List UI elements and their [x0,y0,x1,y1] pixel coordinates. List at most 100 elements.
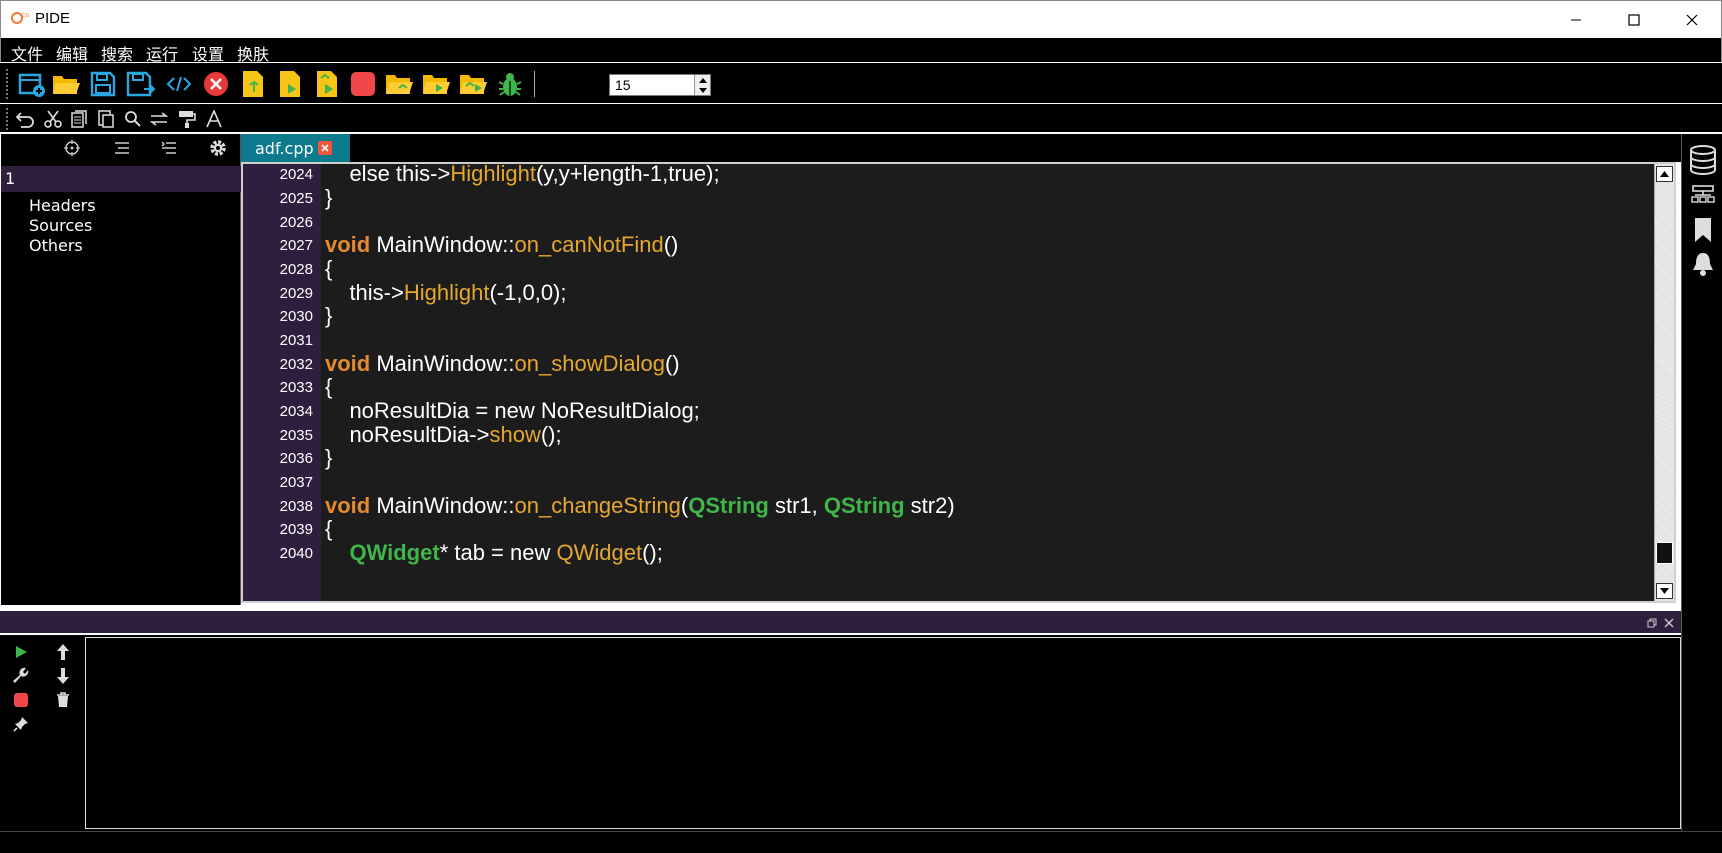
font-button[interactable] [203,108,225,130]
code-line[interactable]: { [325,256,332,282]
line-number: 2024 [279,166,313,183]
close-icon [1664,618,1674,628]
output-console[interactable] [85,637,1681,829]
code-line[interactable]: } [325,303,332,329]
stop-button[interactable] [348,69,378,99]
scroll-up-button[interactable] [1656,166,1673,182]
locate-button[interactable] [61,137,83,159]
pin-button[interactable] [10,713,32,735]
arrow-down-icon [1660,588,1669,594]
code-line[interactable]: { [325,374,332,400]
code-function: Highlight [450,162,536,186]
float-panel-button[interactable] [1645,616,1659,630]
debug-button[interactable] [495,69,525,99]
compile-run-button[interactable] [312,69,342,99]
spin-up-button[interactable] [694,75,710,85]
folder-run-button[interactable] [421,69,451,99]
line-number: 2027 [279,237,313,254]
save-button[interactable] [88,69,118,99]
database-icon [1690,145,1716,175]
tab-label[interactable]: adf.cpp [255,139,314,158]
new-project-button[interactable] [17,69,47,99]
run-button[interactable] [10,641,32,663]
menu-bar: 文件 编辑 搜索 运行 设置 换肤 [0,38,1722,64]
code-line[interactable]: } [325,445,332,471]
spin-down-button[interactable] [694,85,710,95]
output-panel [0,635,1681,831]
font-size-value[interactable]: 15 [615,77,631,93]
undo-button[interactable] [14,108,36,130]
line-number: 2035 [279,427,313,444]
line-number: 2031 [279,332,313,349]
code-line[interactable]: noResultDia = new NoResultDialog; [325,398,699,424]
tab-close-button[interactable] [318,141,332,155]
toolbar-grip[interactable] [6,69,8,99]
line-number: 2038 [279,498,313,515]
code-text: (-1,0,0); [489,280,567,305]
arrow-up-icon [57,644,69,660]
compile-file-button[interactable] [238,69,268,99]
minimize-button[interactable] [1547,1,1605,39]
close-file-button[interactable] [201,69,231,99]
project-panel: 1 Headers Sources Others [1,134,241,605]
trash-icon [57,692,69,707]
code-line[interactable]: else this->Highlight(y,y+length-1,true); [325,162,719,187]
stop-run-button[interactable] [10,689,32,711]
code-text: this-> [325,280,404,305]
close-panel-button[interactable] [1662,616,1676,630]
restore-icon [1647,618,1657,628]
close-icon [1686,14,1698,26]
code-button[interactable] [164,69,194,99]
code-type: QString [688,493,769,518]
tree-root[interactable]: 1 [1,166,241,192]
notification-button[interactable] [1688,248,1718,280]
search-button[interactable] [122,108,144,130]
run-file-button[interactable] [275,69,305,99]
code-line[interactable]: void MainWindow::on_canNotFind() [325,232,678,258]
code-line[interactable]: QWidget* tab = new QWidget(); [325,540,662,566]
collapse-all-button[interactable] [158,137,180,159]
database-button[interactable] [1688,144,1718,176]
code-line[interactable]: void MainWindow::on_showDialog() [325,351,680,377]
scroll-down-output-button[interactable] [52,665,74,687]
output-panel-header [0,611,1681,635]
save-as-button[interactable] [126,69,156,99]
scroll-thumb[interactable] [1656,542,1673,564]
maximize-button[interactable] [1605,1,1663,39]
paste-button[interactable] [95,108,117,130]
code-text: * tab = new [439,540,557,565]
cut-icon [44,110,62,128]
code-text: (); [540,422,562,447]
panel-settings-button[interactable] [207,137,229,159]
code-line[interactable]: this->Highlight(-1,0,0); [325,280,567,306]
format-button[interactable] [176,108,198,130]
scroll-down-button[interactable] [1656,583,1673,599]
clear-output-button[interactable] [52,689,74,711]
tree-item-sources[interactable]: Sources [29,216,92,235]
close-window-button[interactable] [1663,1,1721,39]
bookmark-button[interactable] [1688,214,1718,246]
folder-compile-run-button[interactable] [458,69,488,99]
code-line[interactable]: noResultDia->show(); [325,422,562,448]
open-button[interactable] [51,69,81,99]
title-bar: CG PIDE [0,0,1722,38]
structure-button[interactable] [1688,180,1718,212]
tree-item-others[interactable]: Others [29,236,83,255]
stop-icon [14,693,28,707]
scroll-up-output-button[interactable] [52,641,74,663]
vertical-scrollbar[interactable] [1654,164,1674,601]
code-line[interactable]: void MainWindow::on_changeString(QString… [325,493,955,519]
font-size-spinbox[interactable]: 15 [609,74,711,96]
code-line[interactable]: } [325,185,332,211]
expand-all-button[interactable] [111,137,133,159]
tree-item-headers[interactable]: Headers [29,196,96,215]
folder-compile-button[interactable] [384,69,414,99]
code-line[interactable]: { [325,516,332,542]
copy-button[interactable] [68,108,90,130]
build-button[interactable] [10,665,32,687]
code-editor[interactable]: 2024 2025 2026 2027 2028 2029 2030 2031 … [241,162,1676,603]
tab-adf-cpp[interactable]: adf.cpp [241,134,350,162]
toolbar-grip[interactable] [6,108,8,130]
cut-button[interactable] [42,108,64,130]
replace-button[interactable] [148,108,170,130]
